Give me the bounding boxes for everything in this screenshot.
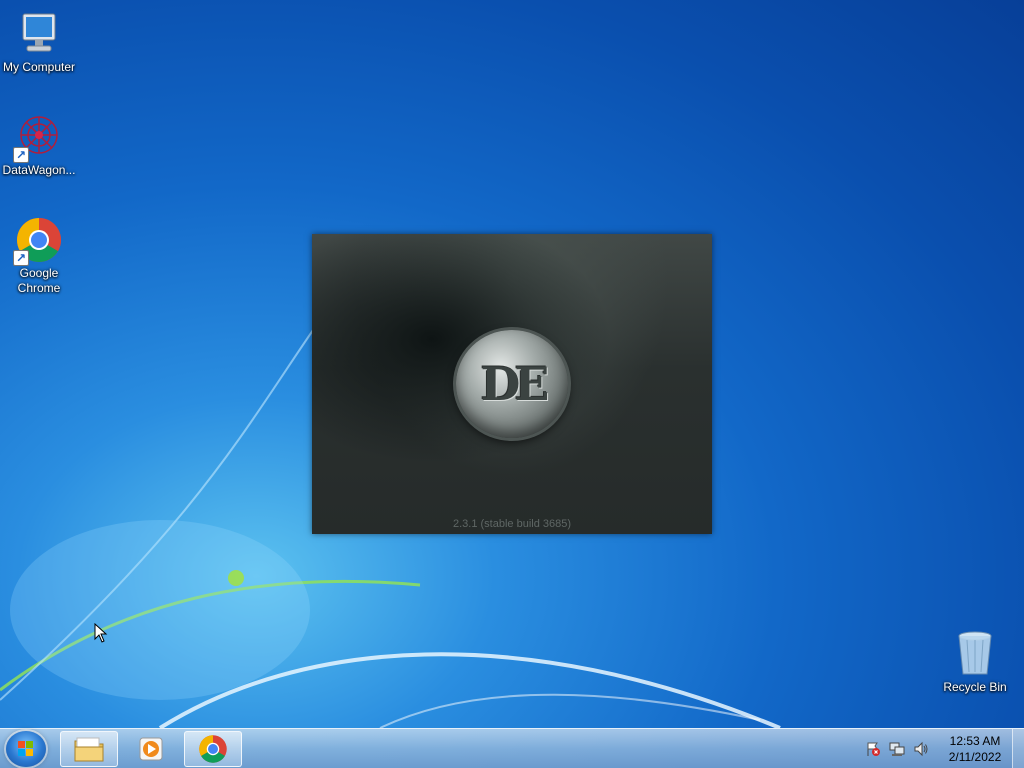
shortcut-arrow-icon: ↗ — [13, 147, 29, 163]
desktop-icon-datawagon[interactable]: ↗ DataWagon... — [0, 113, 78, 178]
datawagon-icon: ↗ — [13, 113, 63, 163]
chrome-icon: ↗ — [13, 216, 63, 266]
desktop-icon-label: Recycle Bin — [943, 680, 1007, 694]
action-center-flag-icon[interactable] — [864, 740, 882, 758]
taskbar-clock[interactable]: 12:53 AM 2/11/2022 — [940, 733, 1010, 765]
taskbar-item-media-player[interactable] — [122, 731, 180, 767]
application-splash-screen: DE 2.3.1 (stable build 3685) — [312, 234, 712, 534]
desktop-icon-recycle-bin[interactable]: Recycle Bin — [936, 630, 1014, 695]
desktop-icon-google-chrome[interactable]: ↗ Google Chrome — [0, 216, 78, 296]
taskbar-item-file-explorer[interactable] — [60, 731, 118, 767]
mouse-cursor-icon — [94, 623, 108, 643]
desktop-icon-label: DataWagon... — [2, 163, 76, 177]
computer-icon — [15, 10, 63, 58]
start-button[interactable] — [6, 731, 46, 767]
media-player-icon — [139, 737, 163, 761]
app-logo-text: DE — [480, 357, 550, 411]
volume-icon[interactable] — [912, 740, 930, 758]
desktop-icon-my-computer[interactable]: My Computer — [0, 10, 78, 75]
network-icon[interactable] — [888, 740, 906, 758]
clock-date: 2/11/2022 — [948, 750, 1002, 764]
shortcut-arrow-icon: ↗ — [13, 250, 29, 266]
splash-version-text: 2.3.1 (stable build 3685) — [452, 518, 572, 530]
desktop-icon-label: My Computer — [2, 60, 76, 74]
taskbar-item-google-chrome[interactable] — [184, 731, 242, 767]
clock-time: 12:53 AM — [949, 734, 1001, 748]
app-logo: DE — [456, 330, 568, 438]
folder-icon — [74, 737, 104, 762]
system-tray: 12:53 AM 2/11/2022 — [864, 729, 1010, 768]
desktop-icon-label: Google Chrome — [17, 266, 61, 295]
recycle-bin-icon — [951, 630, 999, 678]
show-desktop-button[interactable] — [1012, 729, 1024, 768]
taskbar: 12:53 AM 2/11/2022 — [0, 728, 1024, 768]
windows-start-icon — [18, 741, 34, 757]
chrome-icon — [199, 735, 227, 763]
